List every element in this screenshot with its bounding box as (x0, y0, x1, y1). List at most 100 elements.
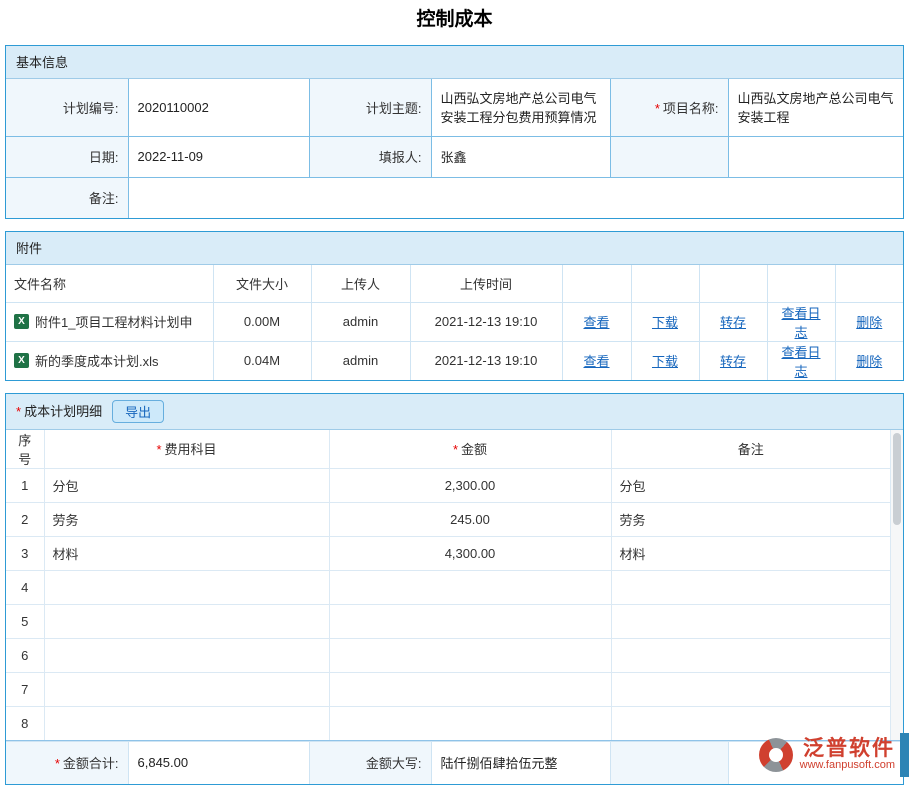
delete-link[interactable]: 删除 (856, 354, 882, 369)
attachment-row: X附件1_项目工程材料计划申 0.00M admin 2021-12-13 19… (6, 302, 903, 341)
cost-details-header: *成本计划明细 导出 (6, 394, 903, 430)
delete-link[interactable]: 删除 (856, 315, 882, 330)
export-button[interactable]: 导出 (112, 400, 164, 423)
expense-subject: 材料 (44, 536, 329, 570)
col-actions-5 (835, 265, 903, 302)
amount: 245.00 (329, 502, 611, 536)
file-size: 0.00M (213, 302, 311, 341)
expense-subject (44, 706, 329, 740)
required-asterisk: * (156, 442, 161, 457)
view-log-link[interactable]: 查看日志 (781, 345, 820, 379)
amount: 2,300.00 (329, 468, 611, 502)
attachments-section: 附件 文件名称 文件大小 上传人 上传时间 X附件1_项目工程材料计划申 0.0… (5, 231, 904, 381)
file-name: 新的季度成本计划.xls (35, 351, 159, 370)
total-caps-label: 金额大写: (309, 742, 431, 784)
file-upload-time: 2021-12-13 19:10 (410, 341, 562, 380)
date-value: 2022-11-09 (128, 136, 309, 177)
transfer-save-link[interactable]: 转存 (720, 315, 746, 330)
cost-details-title: *成本计划明细 (16, 395, 102, 428)
project-name-value: 山西弘文房地产总公司电气安装工程 (728, 79, 903, 136)
cost-row: 6 (6, 638, 890, 672)
excel-file-icon: X (14, 353, 29, 368)
remark-label: 备注: (6, 177, 128, 218)
row-index: 6 (6, 638, 44, 672)
remark-value (128, 177, 903, 218)
file-size: 0.04M (213, 341, 311, 380)
remark (611, 672, 890, 706)
required-asterisk: * (655, 101, 660, 116)
cost-row: 3 材料 4,300.00 材料 (6, 536, 890, 570)
expense-subject (44, 638, 329, 672)
col-remark: 备注 (611, 430, 890, 469)
file-name: 附件1_项目工程材料计划申 (35, 312, 192, 331)
remark (611, 638, 890, 672)
expense-subject: 劳务 (44, 502, 329, 536)
download-link[interactable]: 下载 (652, 354, 678, 369)
scrollbar-thumb[interactable] (893, 433, 901, 525)
col-actions-4 (767, 265, 835, 302)
corner-scrollbar-accent (900, 733, 909, 777)
basic-info-table: 计划编号: 2020110002 计划主题: 山西弘文房地产总公司电气安装工程分… (6, 79, 903, 218)
cost-table: 序号 *费用科目 *金额 备注 1 分包 2,300.00 分包 2 劳务 24… (6, 430, 890, 741)
download-link[interactable]: 下载 (652, 315, 678, 330)
total-caps-value: 陆仟捌佰肆拾伍元整 (431, 742, 610, 784)
required-asterisk: * (453, 442, 458, 457)
vendor-watermark: 泛普软件 www.fanpusoft.com (759, 738, 895, 772)
col-uploader: 上传人 (311, 265, 410, 302)
excel-file-icon: X (14, 314, 29, 329)
attachment-row: X 新的季度成本计划.xls 0.04M admin 2021-12-13 19:… (6, 341, 903, 380)
remark: 劳务 (611, 502, 890, 536)
plan-number-label: 计划编号: (6, 79, 128, 136)
cost-table-area: 序号 *费用科目 *金额 备注 1 分包 2,300.00 分包 2 劳务 24… (6, 430, 903, 741)
basic-info-title: 基本信息 (16, 46, 68, 79)
plan-subject-value: 山西弘文房地产总公司电气安装工程分包费用预算情况 (431, 79, 610, 136)
col-actions-2 (631, 265, 699, 302)
empty-label-cell (610, 136, 728, 177)
row-index: 3 (6, 536, 44, 570)
totals-empty-cell (610, 742, 728, 784)
amount (329, 604, 611, 638)
basic-info-section: 基本信息 计划编号: 2020110002 计划主题: 山西弘文房地产总公司电气… (5, 45, 904, 219)
expense-subject (44, 570, 329, 604)
remark: 材料 (611, 536, 890, 570)
col-amount: *金额 (329, 430, 611, 469)
row-index: 5 (6, 604, 44, 638)
row-index: 1 (6, 468, 44, 502)
row-index: 2 (6, 502, 44, 536)
col-actions-1 (562, 265, 631, 302)
empty-value-cell (728, 136, 903, 177)
attachments-table: 文件名称 文件大小 上传人 上传时间 X附件1_项目工程材料计划申 0.00M … (6, 265, 903, 380)
view-link[interactable]: 查看 (583, 354, 609, 369)
cost-row: 8 (6, 706, 890, 740)
attachments-title: 附件 (16, 232, 42, 265)
view-link[interactable]: 查看 (583, 315, 609, 330)
plan-subject-label: 计划主题: (309, 79, 431, 136)
row-index: 7 (6, 672, 44, 706)
amount (329, 706, 611, 740)
page-title: 控制成本 (0, 0, 909, 45)
cost-row: 2 劳务 245.00 劳务 (6, 502, 890, 536)
col-actions-3 (699, 265, 767, 302)
amount (329, 672, 611, 706)
cost-row: 4 (6, 570, 890, 604)
amount (329, 638, 611, 672)
col-expense-subject: *费用科目 (44, 430, 329, 469)
required-asterisk: * (16, 404, 21, 419)
cost-row: 1 分包 2,300.00 分包 (6, 468, 890, 502)
view-log-link[interactable]: 查看日志 (781, 306, 820, 340)
total-amount-label: *金额合计: (6, 742, 128, 784)
date-label: 日期: (6, 136, 128, 177)
file-uploader: admin (311, 341, 410, 380)
attachments-header: 附件 (6, 232, 903, 265)
cost-details-section: *成本计划明细 导出 序号 *费用科目 *金额 备注 1 分包 2,300.00… (5, 393, 904, 785)
cost-row: 5 (6, 604, 890, 638)
fanpu-logo-icon (759, 738, 793, 772)
remark (611, 570, 890, 604)
expense-subject (44, 672, 329, 706)
table-scrollbar[interactable] (890, 430, 903, 741)
transfer-save-link[interactable]: 转存 (720, 354, 746, 369)
reporter-value: 张鑫 (431, 136, 610, 177)
expense-subject: 分包 (44, 468, 329, 502)
reporter-label: 填报人: (309, 136, 431, 177)
basic-info-header: 基本信息 (6, 46, 903, 79)
